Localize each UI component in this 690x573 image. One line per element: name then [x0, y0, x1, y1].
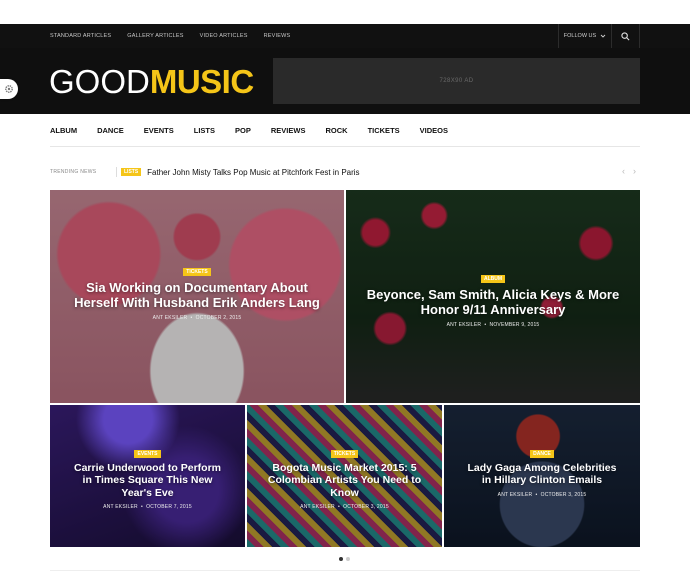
featured-post-5[interactable]: DANCE Lady Gaga Among Celebrities in Hil…: [444, 405, 640, 547]
top-nav-video-articles[interactable]: VIDEO ARTICLES: [200, 33, 248, 39]
post-title[interactable]: Sia Working on Documentary About Herself…: [68, 280, 326, 310]
post-meta: ANT EKSILER • OCTOBER 7, 2015: [103, 503, 192, 510]
nav-pop[interactable]: POP: [235, 126, 251, 135]
post-meta: ANT EKSILER • OCTOBER 2, 2015: [152, 315, 242, 322]
post-date: OCTOBER 3, 2015: [540, 491, 587, 498]
post-author[interactable]: ANT EKSILER: [300, 504, 335, 510]
post-tag[interactable]: DANCE: [530, 450, 554, 458]
top-nav-gallery-articles[interactable]: GALLERY ARTICLES: [127, 33, 183, 39]
slider-dot-1[interactable]: [339, 557, 343, 561]
section-divider: [50, 570, 640, 571]
post-caption: ALBUM Beyonce, Sam Smith, Alicia Keys & …: [346, 267, 640, 328]
post-author[interactable]: ANT EKSILER: [103, 504, 138, 510]
search-button[interactable]: [612, 24, 640, 48]
search-icon: [621, 31, 630, 40]
gear-icon: [5, 85, 13, 93]
main-nav: ALBUM DANCE EVENTS LISTS POP REVIEWS ROC…: [50, 114, 640, 147]
post-author[interactable]: ANT EKSILER: [153, 315, 188, 321]
post-caption: EVENTS Carrie Underwood to Perform in Ti…: [50, 442, 245, 510]
post-title[interactable]: Lady Gaga Among Celebrities in Hillary C…: [462, 462, 622, 487]
trending-arrows: ‹ ›: [622, 166, 636, 176]
follow-us-label: FOLLOW US: [563, 33, 597, 39]
featured-post-3[interactable]: EVENTS Carrie Underwood to Perform in Ti…: [50, 405, 245, 547]
chevron-right-icon[interactable]: ›: [633, 166, 636, 176]
nav-reviews[interactable]: REVIEWS: [271, 126, 306, 135]
post-meta: ANT EKSILER • OCTOBER 3, 2015: [300, 503, 389, 510]
trending-divider: [116, 167, 117, 177]
post-title[interactable]: Beyonce, Sam Smith, Alicia Keys & More H…: [364, 287, 622, 317]
site-logo[interactable]: GOODMUSIC: [49, 65, 254, 98]
nav-videos[interactable]: VIDEOS: [420, 126, 448, 135]
post-caption: TICKETS Sia Working on Documentary About…: [50, 260, 344, 321]
follow-us-dropdown[interactable]: FOLLOW US: [558, 24, 612, 48]
trending-title[interactable]: Father John Misty Talks Pop Music at Pit…: [147, 168, 359, 177]
top-nav: STANDARD ARTICLES GALLERY ARTICLES VIDEO…: [50, 24, 290, 48]
post-date: OCTOBER 2, 2015: [195, 315, 242, 322]
top-nav-reviews[interactable]: REVIEWS: [264, 33, 291, 39]
nav-tickets[interactable]: TICKETS: [368, 126, 400, 135]
featured-post-2[interactable]: ALBUM Beyonce, Sam Smith, Alicia Keys & …: [346, 190, 640, 403]
post-meta: ANT EKSILER • NOVEMBER 9, 2015: [446, 322, 540, 329]
post-tag[interactable]: TICKETS: [330, 450, 359, 458]
post-date: OCTOBER 7, 2015: [146, 503, 192, 510]
featured-post-4[interactable]: TICKETS Bogota Music Market 2015: 5 Colo…: [247, 405, 442, 547]
post-caption: DANCE Lady Gaga Among Celebrities in Hil…: [444, 442, 640, 498]
post-title[interactable]: Carrie Underwood to Perform in Times Squ…: [68, 462, 227, 499]
slider-pagination: [339, 557, 350, 561]
site-header: GOODMUSIC 728X90 AD: [0, 48, 690, 114]
nav-events[interactable]: EVENTS: [144, 126, 174, 135]
post-tag[interactable]: TICKETS: [183, 268, 211, 276]
slider-dot-2[interactable]: [346, 557, 350, 561]
trending-news-bar: TRENDING NEWS LISTS Father John Misty Ta…: [50, 160, 640, 184]
nav-album[interactable]: ALBUM: [50, 126, 77, 135]
post-title[interactable]: Bogota Music Market 2015: 5 Colombian Ar…: [265, 462, 424, 499]
post-tag[interactable]: ALBUM: [480, 275, 506, 283]
post-author[interactable]: ANT EKSILER: [447, 322, 482, 328]
trending-tag[interactable]: LISTS: [121, 168, 142, 176]
logo-music: MUSIC: [149, 63, 254, 100]
nav-lists[interactable]: LISTS: [194, 126, 215, 135]
chevron-down-icon: [600, 34, 606, 38]
trending-label: TRENDING NEWS: [50, 169, 97, 175]
ad-banner[interactable]: 728X90 AD: [273, 58, 640, 104]
post-tag[interactable]: EVENTS: [134, 450, 161, 458]
chevron-left-icon[interactable]: ‹: [622, 166, 625, 176]
top-bar: STANDARD ARTICLES GALLERY ARTICLES VIDEO…: [0, 24, 690, 48]
top-nav-standard-articles[interactable]: STANDARD ARTICLES: [50, 33, 111, 39]
post-date: OCTOBER 3, 2015: [343, 503, 389, 510]
featured-post-1[interactable]: TICKETS Sia Working on Documentary About…: [50, 190, 344, 403]
post-caption: TICKETS Bogota Music Market 2015: 5 Colo…: [247, 442, 442, 510]
logo-good: GOOD: [49, 63, 150, 100]
post-date: NOVEMBER 9, 2015: [489, 322, 540, 329]
post-author[interactable]: ANT EKSILER: [498, 492, 533, 498]
nav-dance[interactable]: DANCE: [97, 126, 124, 135]
post-meta: ANT EKSILER • OCTOBER 3, 2015: [497, 491, 587, 498]
nav-rock[interactable]: ROCK: [325, 126, 347, 135]
